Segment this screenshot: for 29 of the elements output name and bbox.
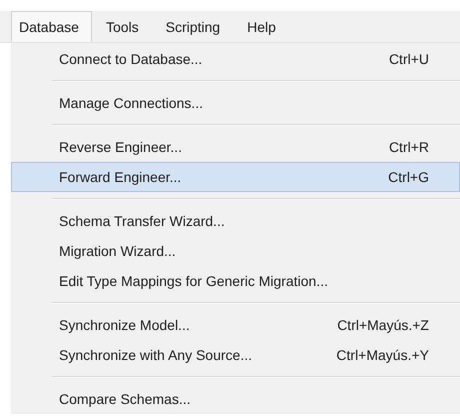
menu-item-label: Synchronize with Any Source... xyxy=(59,347,252,363)
menu-item[interactable]: Migration Wizard... xyxy=(11,236,460,266)
menu-item-label: Edit Type Mappings for Generic Migration... xyxy=(59,273,328,289)
shortcut-label: Ctrl+R xyxy=(388,139,429,155)
menu-bar-item[interactable]: Help xyxy=(239,11,289,42)
menu-item-label: Synchronize Model... xyxy=(59,317,190,333)
shortcut-label: Ctrl+U xyxy=(388,51,429,67)
menu-bar-item[interactable]: Database xyxy=(11,11,92,42)
menu-item-label: Compare Schemas... xyxy=(59,391,190,407)
menu-item[interactable]: Connect to Database... Ctrl+U xyxy=(11,44,460,74)
menu-bar-item[interactable]: Scripting xyxy=(158,11,234,42)
menu-item[interactable]: Forward Engineer... Ctrl+G xyxy=(11,162,460,192)
menu-item[interactable]: Reverse Engineer... Ctrl+R xyxy=(11,132,460,162)
menu-item-label: Connect to Database... xyxy=(59,51,202,67)
menu-bar-item[interactable]: Tools xyxy=(98,11,152,42)
menu-item[interactable]: Compare Schemas... xyxy=(11,384,460,414)
menu-item[interactable]: Manage Connections... xyxy=(11,88,460,118)
menu-item[interactable]: Synchronize with Any Source... Ctrl+Mayús.+Y xyxy=(11,340,460,370)
menu-item-label: Manage Connections... xyxy=(59,95,203,111)
shortcut-label: Ctrl+Mayús.+Y xyxy=(336,347,429,363)
shortcut-label: Ctrl+G xyxy=(388,169,429,185)
menu-item-label: Reverse Engineer... xyxy=(59,139,182,155)
menu-item[interactable]: Synchronize Model... Ctrl+Mayús.+Z xyxy=(11,310,460,340)
menu-item-label: Forward Engineer... xyxy=(59,169,182,185)
shortcut-label: Ctrl+Mayús.+Z xyxy=(337,317,429,333)
menu-item[interactable]: Edit Type Mappings for Generic Migration... xyxy=(11,266,460,296)
menu-item-label: Schema Transfer Wizard... xyxy=(59,213,225,229)
menu-item[interactable]: Schema Transfer Wizard... xyxy=(11,206,460,236)
menu-item-label: Migration Wizard... xyxy=(59,243,176,259)
